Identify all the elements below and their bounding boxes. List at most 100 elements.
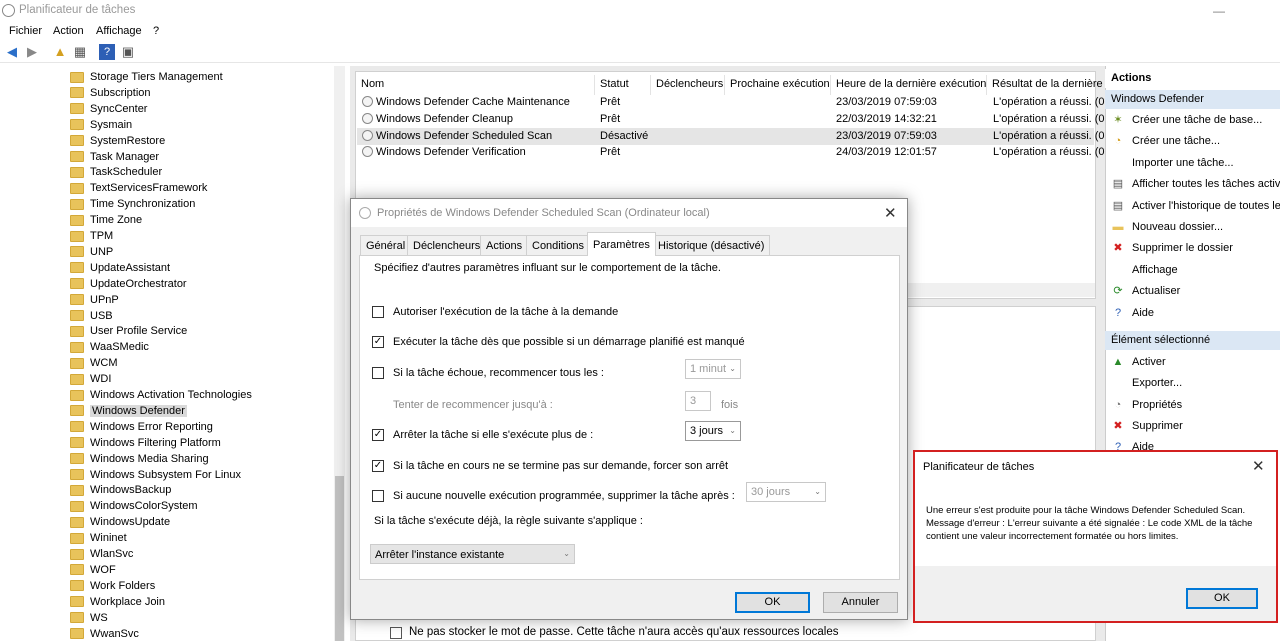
action-item[interactable]: ◔ Créer une tâche... <box>1111 132 1220 150</box>
tree-item[interactable]: UpdateOrchestrator <box>70 276 187 292</box>
tree-item[interactable]: Windows Filtering Platform <box>70 435 221 451</box>
menu-action[interactable]: Action <box>53 25 84 37</box>
folder-up-icon[interactable]: ▲ <box>52 44 68 60</box>
tree-item[interactable]: Windows Media Sharing <box>70 451 209 467</box>
tree-item[interactable]: WCM <box>70 355 118 371</box>
tree-item[interactable]: Time Synchronization <box>70 196 195 212</box>
column-declencheurs[interactable]: Déclencheurs <box>656 78 723 90</box>
action-item[interactable]: Exporter... <box>1111 374 1182 392</box>
error-ok-button[interactable]: OK <box>1186 588 1258 609</box>
menu-affichage[interactable]: Affichage <box>96 25 142 37</box>
dialog-close-icon[interactable]: ✕ <box>884 204 897 222</box>
allow-on-demand-checkbox[interactable] <box>372 306 384 318</box>
tree-item[interactable]: Task Manager <box>70 149 159 165</box>
tree-item[interactable]: TaskScheduler <box>70 164 162 180</box>
action-item[interactable]: ✶ Créer une tâche de base... <box>1111 111 1262 129</box>
tree-item[interactable]: USB <box>70 308 113 324</box>
tree-item[interactable]: WlanSvc <box>70 546 133 562</box>
column-statut[interactable]: Statut <box>600 78 629 90</box>
table-row[interactable]: Windows Defender Scheduled Scan Désactivé… <box>357 127 1105 145</box>
table-row[interactable]: Windows Defender Cache Maintenance Prêt 23… <box>357 94 1105 111</box>
table-row[interactable]: Windows Defender Verification Prêt 24/03/2… <box>357 144 1105 161</box>
error-close-icon[interactable]: ✕ <box>1252 457 1265 475</box>
tree-item[interactable]: WDI <box>70 371 111 387</box>
tree-item[interactable]: TPM <box>70 228 113 244</box>
tree-item[interactable]: Sysmain <box>70 117 132 133</box>
action-item[interactable]: ? Aide <box>1111 304 1154 322</box>
action-item-label: Propriétés <box>1132 398 1183 411</box>
tree-item[interactable]: User Profile Service <box>70 323 187 339</box>
tree-item[interactable]: UPnP <box>70 292 119 308</box>
tree-item[interactable]: Time Zone <box>70 212 142 228</box>
ok-button[interactable]: OK <box>735 592 810 613</box>
actions-section-folder[interactable]: Windows Defender <box>1105 90 1280 109</box>
tree-item[interactable]: UpdateAssistant <box>70 260 170 276</box>
column-prochaine[interactable]: Prochaine exécution <box>730 78 830 90</box>
stop-if-runs-longer-checkbox[interactable]: ✓ <box>372 429 384 441</box>
no-store-password-checkbox[interactable] <box>390 627 402 639</box>
tree-item[interactable]: WwanSvc <box>70 626 139 641</box>
tree-item[interactable]: WindowsBackup <box>70 482 171 498</box>
tree-item[interactable]: Windows Error Reporting <box>70 419 213 435</box>
tree-item[interactable]: Windows Defender <box>70 403 187 419</box>
action-item[interactable]: ▤ Afficher toutes les tâches actives <box>1111 175 1280 193</box>
show-hide-tree-icon[interactable]: ▦ <box>72 44 88 60</box>
folder-icon <box>70 278 84 290</box>
console-icon[interactable]: ▣ <box>120 44 136 60</box>
stop-duration-select[interactable]: 3 jours ⌄ <box>685 421 741 441</box>
action-item[interactable]: ▲ Activer <box>1111 353 1166 371</box>
action-item[interactable]: Importer une tâche... <box>1111 154 1234 172</box>
tree-item[interactable]: Subscription <box>70 85 151 101</box>
tree-item[interactable]: Storage Tiers Management <box>70 69 223 85</box>
tab-conditions[interactable]: Conditions <box>526 235 590 255</box>
tree-item[interactable]: Workplace Join <box>70 594 165 610</box>
tree-item[interactable]: Windows Activation Technologies <box>70 387 252 403</box>
action-item[interactable]: ▤ Activer l'historique de toutes les <box>1111 197 1280 215</box>
tree-item[interactable]: SystemRestore <box>70 133 165 149</box>
tab-actions[interactable]: Actions <box>480 235 529 255</box>
tab-declencheurs[interactable]: Déclencheurs <box>407 235 487 255</box>
forward-icon[interactable]: ▶ <box>24 44 40 60</box>
tab-general[interactable]: Général <box>360 235 412 255</box>
tab-historique[interactable]: Historique (désactivé) <box>652 235 771 255</box>
menu-help[interactable]: ? <box>153 25 159 37</box>
tree-item[interactable]: UNP <box>70 244 113 260</box>
tree-item[interactable]: SyncCenter <box>70 101 147 117</box>
actions-section-selected[interactable]: Élément sélectionné <box>1105 331 1280 350</box>
minimize-button[interactable]: — <box>1213 4 1225 18</box>
help-icon[interactable]: ? <box>99 44 115 60</box>
action-item[interactable]: ✖ Supprimer <box>1111 417 1182 435</box>
restart-on-fail-checkbox[interactable] <box>372 367 384 379</box>
column-derniere[interactable]: Heure de la dernière exécution <box>836 78 986 90</box>
action-item[interactable]: ▬ Nouveau dossier... <box>1111 218 1224 236</box>
table-row[interactable]: Windows Defender Cleanup Prêt 22/03/2019 1… <box>357 111 1105 128</box>
tree-item[interactable]: WS <box>70 610 108 626</box>
action-item[interactable]: Affichage <box>1111 261 1178 279</box>
tree-item[interactable]: WindowsColorSystem <box>70 498 198 514</box>
tree-item[interactable]: Work Folders <box>70 578 155 594</box>
tree-item[interactable]: WOF <box>70 562 116 578</box>
column-nom[interactable]: Nom <box>361 78 384 90</box>
tree-item-label: Time Zone <box>90 214 143 227</box>
rule-value: Arrêter l'instance existante <box>375 549 505 561</box>
rule-select[interactable]: Arrêter l'instance existante ⌄ <box>370 544 575 564</box>
tree-item[interactable]: WaaSMedic <box>70 339 149 355</box>
menu-fichier[interactable]: Fichier <box>9 25 42 37</box>
tree-item[interactable]: TextServicesFramework <box>70 180 207 196</box>
tree-item[interactable]: Wininet <box>70 530 127 546</box>
force-stop-checkbox[interactable]: ✓ <box>372 460 384 472</box>
action-item[interactable]: ✖ Supprimer le dossier <box>1111 239 1232 257</box>
action-item[interactable]: ⟳ Actualiser <box>1111 282 1180 300</box>
tree-item[interactable]: Windows Subsystem For Linux <box>70 467 241 483</box>
column-resultat[interactable]: Résultat de la dernière <box>992 78 1103 90</box>
tree-scrollbar-thumb[interactable] <box>335 476 344 641</box>
tree-item[interactable]: WindowsUpdate <box>70 514 170 530</box>
back-icon[interactable]: ◀ <box>4 44 20 60</box>
action-item[interactable]: ◔ Propriétés <box>1111 396 1182 414</box>
cancel-button[interactable]: Annuler <box>823 592 898 613</box>
delete-task-checkbox[interactable] <box>372 490 384 502</box>
tree-item-label: WwanSvc <box>90 627 139 640</box>
folder-icon <box>70 373 84 385</box>
run-asap-checkbox[interactable]: ✓ <box>372 336 384 348</box>
tab-parametres[interactable]: Paramètres <box>587 232 656 256</box>
